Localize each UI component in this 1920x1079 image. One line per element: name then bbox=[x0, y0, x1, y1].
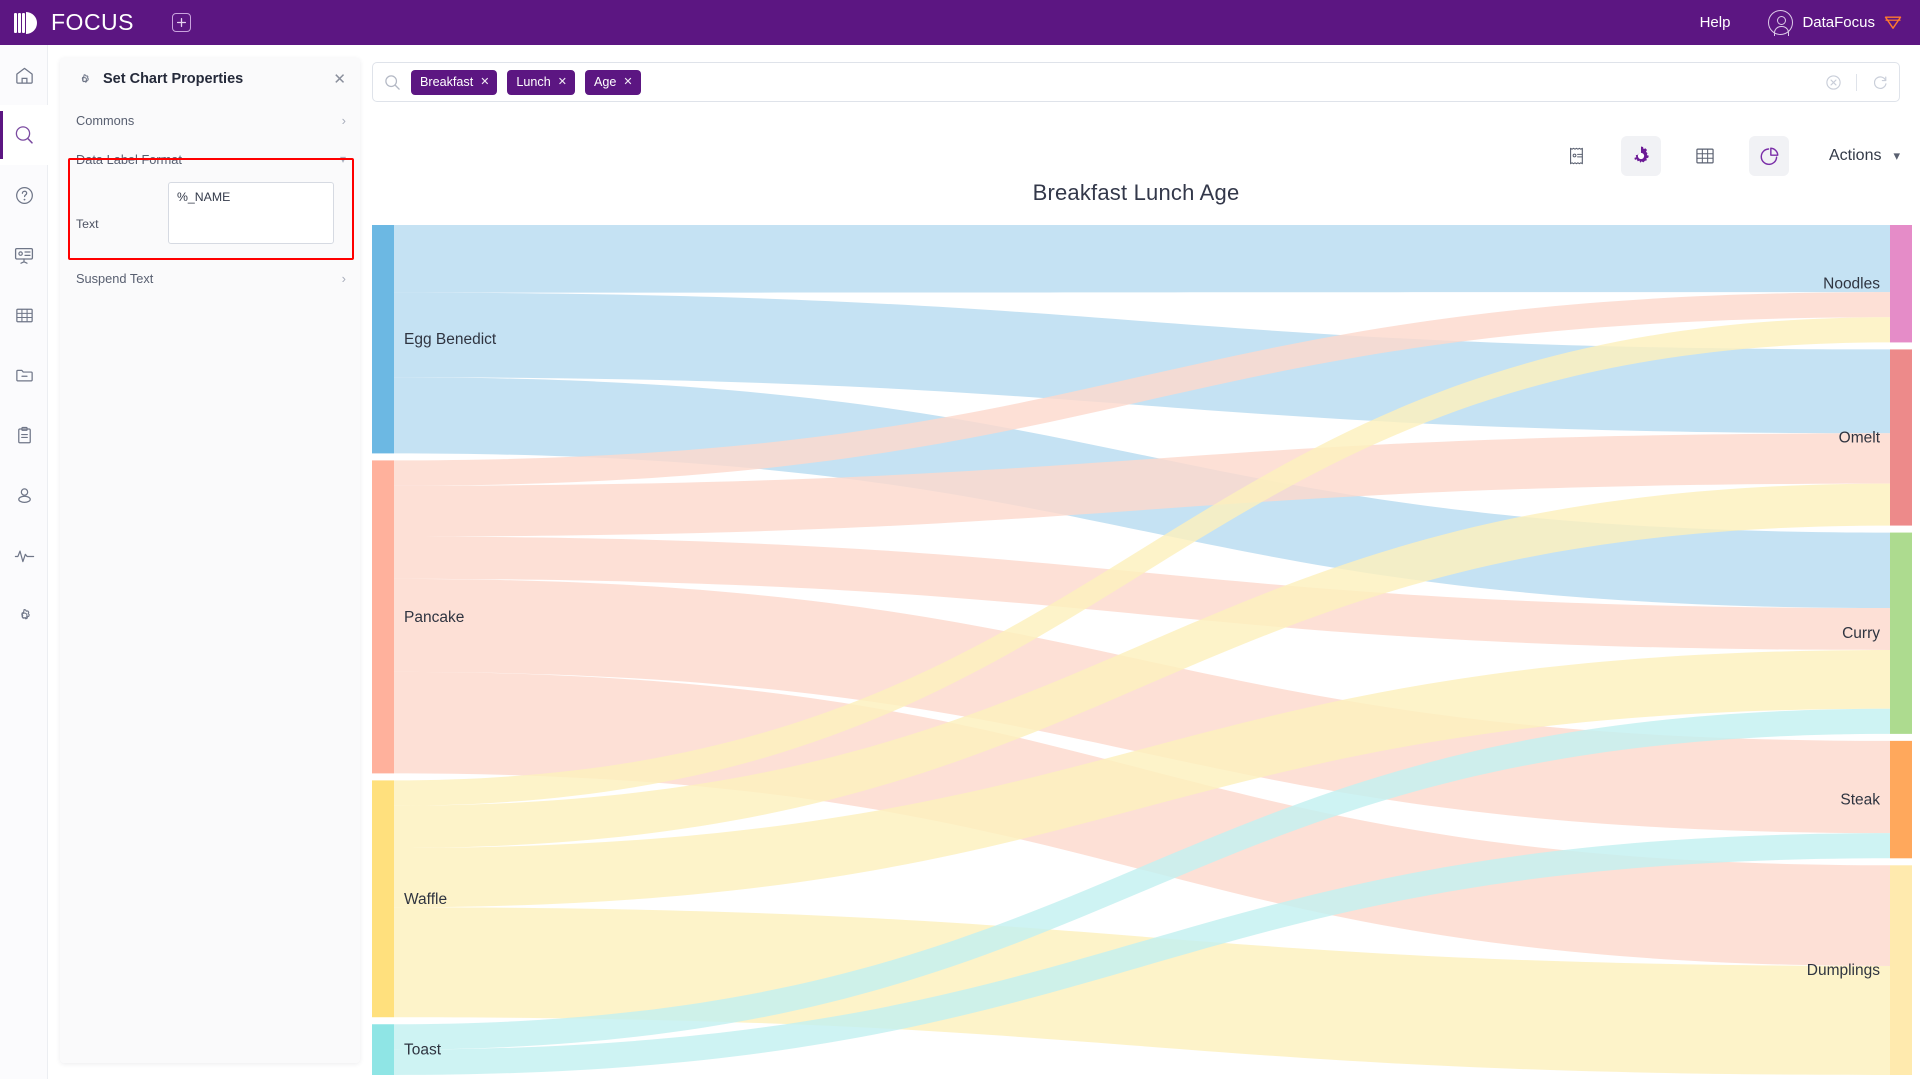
gear-icon bbox=[1634, 146, 1649, 163]
divider bbox=[1856, 73, 1857, 91]
sankey-node[interactable] bbox=[1890, 225, 1912, 343]
data-label-text-input[interactable] bbox=[168, 182, 334, 244]
sankey-node[interactable] bbox=[1890, 865, 1912, 1075]
clipboard-icon bbox=[17, 426, 31, 443]
sankey-links bbox=[394, 225, 1890, 1075]
sidebar-item-monitor[interactable] bbox=[0, 525, 48, 585]
sankey-node[interactable] bbox=[372, 225, 394, 454]
chart-properties-panel: Set Chart Properties ✕ Commons › Data La… bbox=[60, 58, 360, 1063]
user-menu[interactable]: DataFocus bbox=[1768, 10, 1902, 36]
sankey-node-label: Noodles bbox=[1823, 276, 1880, 293]
help-link[interactable]: Help bbox=[1700, 14, 1731, 31]
left-icon-rail bbox=[0, 45, 48, 1079]
sankey-chart: Egg Benedict Pancake Waffle Toast Noodles Ome… bbox=[372, 225, 1912, 1075]
brand-name: FOCUS bbox=[51, 9, 134, 35]
panel-header: Set Chart Properties ✕ bbox=[60, 58, 360, 100]
grid-table-icon bbox=[1696, 148, 1714, 164]
sankey-node[interactable] bbox=[1890, 349, 1912, 526]
sankey-node[interactable] bbox=[372, 780, 394, 1018]
close-icon[interactable]: ✕ bbox=[623, 75, 632, 88]
sankey-node-label: Dumplings bbox=[1807, 962, 1880, 979]
chart-settings-button[interactable] bbox=[1621, 136, 1661, 176]
folder-minus-icon bbox=[15, 369, 33, 381]
sidebar-item-home[interactable] bbox=[0, 45, 48, 105]
chevron-down-icon: ▾ bbox=[1893, 148, 1900, 163]
receipt-view-button[interactable] bbox=[1557, 136, 1597, 176]
sidebar-item-settings[interactable] bbox=[0, 585, 48, 645]
refresh-icon[interactable] bbox=[1871, 73, 1889, 91]
chart-toolbar: Actions ▾ bbox=[1533, 136, 1900, 176]
topbar-right-group: Help DataFocus bbox=[1700, 10, 1902, 36]
user-circle-icon bbox=[1768, 10, 1794, 36]
gear-icon bbox=[20, 608, 30, 619]
panel-section-commons-label: Commons bbox=[76, 112, 135, 128]
sidebar-item-help[interactable] bbox=[0, 165, 48, 225]
search-bar[interactable]: Breakfast ✕ Lunch ✕ Age ✕ bbox=[372, 62, 1900, 102]
sankey-node[interactable] bbox=[1890, 740, 1912, 859]
filter-tag-breakfast-label: Breakfast bbox=[420, 74, 474, 89]
sidebar-item-search[interactable] bbox=[0, 105, 48, 165]
chart-title: Breakfast Lunch Age bbox=[1032, 180, 1240, 205]
user-name: DataFocus bbox=[1802, 14, 1875, 31]
focus-logo-icon bbox=[14, 9, 44, 37]
receipt-icon bbox=[1570, 147, 1583, 165]
question-circle-icon bbox=[15, 186, 33, 204]
filter-tag-age-label: Age bbox=[593, 74, 617, 89]
panel-title: Set Chart Properties bbox=[103, 71, 244, 87]
sidebar-item-clipboard[interactable] bbox=[0, 405, 48, 465]
plus-square-icon[interactable] bbox=[172, 13, 191, 32]
sankey-link[interactable] bbox=[394, 225, 1890, 293]
pie-chart-icon bbox=[1760, 147, 1778, 165]
sankey-node[interactable] bbox=[372, 460, 394, 774]
panel-section-commons[interactable]: Commons › bbox=[60, 100, 360, 140]
search-icon bbox=[15, 126, 33, 144]
sankey-node[interactable] bbox=[372, 1024, 394, 1075]
search-icon bbox=[385, 74, 400, 90]
grid-table-icon bbox=[15, 308, 33, 322]
sankey-node-label: Steak bbox=[1840, 792, 1880, 809]
panel-section-data-label-format[interactable]: Data Label Format ▾ bbox=[60, 140, 360, 178]
clear-circle-icon[interactable] bbox=[1825, 74, 1842, 91]
sankey-node-label: Toast bbox=[404, 1042, 442, 1059]
panel-section-suspend-text[interactable]: Suspend Text › bbox=[60, 258, 360, 298]
gem-icon bbox=[1884, 16, 1902, 29]
presentation-icon bbox=[14, 247, 34, 264]
actions-dropdown[interactable]: Actions ▾ bbox=[1829, 147, 1900, 165]
search-bar-actions bbox=[1825, 73, 1889, 91]
filter-tag-age[interactable]: Age ✕ bbox=[584, 69, 641, 95]
close-icon[interactable]: ✕ bbox=[480, 75, 489, 88]
panel-section-suspend-text-label: Suspend Text bbox=[76, 270, 154, 286]
activity-pulse-icon bbox=[14, 549, 34, 562]
user-icon bbox=[17, 487, 31, 503]
filter-tag-breakfast[interactable]: Breakfast ✕ bbox=[411, 69, 498, 95]
sankey-node-label: Omelt bbox=[1839, 430, 1881, 447]
brand-logo-group[interactable]: FOCUS bbox=[14, 9, 134, 37]
text-field-label: Text bbox=[76, 217, 99, 231]
sankey-node-label: Waffle bbox=[404, 891, 447, 908]
gear-icon bbox=[81, 73, 89, 83]
sankey-node[interactable] bbox=[1890, 532, 1912, 734]
chart-view-button[interactable] bbox=[1749, 136, 1789, 176]
sidebar-item-table[interactable] bbox=[0, 285, 48, 345]
sidebar-item-folder[interactable] bbox=[0, 345, 48, 405]
filter-tag-lunch[interactable]: Lunch ✕ bbox=[507, 69, 575, 95]
data-label-text-row: Text bbox=[60, 178, 360, 244]
sidebar-item-dashboard[interactable] bbox=[0, 225, 48, 285]
close-icon[interactable]: ✕ bbox=[558, 75, 567, 88]
table-view-button[interactable] bbox=[1685, 136, 1725, 176]
sankey-node-label: Egg Benedict bbox=[404, 331, 497, 348]
actions-label: Actions bbox=[1829, 147, 1882, 164]
panel-section-data-label-format-label: Data Label Format bbox=[76, 151, 182, 167]
chevron-right-icon: › bbox=[341, 112, 346, 128]
sankey-node-label: Pancake bbox=[404, 609, 464, 626]
chevron-right-icon: › bbox=[341, 270, 346, 286]
home-icon bbox=[15, 67, 33, 84]
chevron-down-icon: ▾ bbox=[339, 152, 346, 166]
top-bar: FOCUS Help DataFocus bbox=[0, 0, 1920, 45]
sankey-node-label: Curry bbox=[1842, 625, 1880, 642]
sidebar-item-user[interactable] bbox=[0, 465, 48, 525]
close-icon[interactable]: ✕ bbox=[333, 72, 346, 87]
filter-tag-lunch-label: Lunch bbox=[516, 74, 551, 89]
